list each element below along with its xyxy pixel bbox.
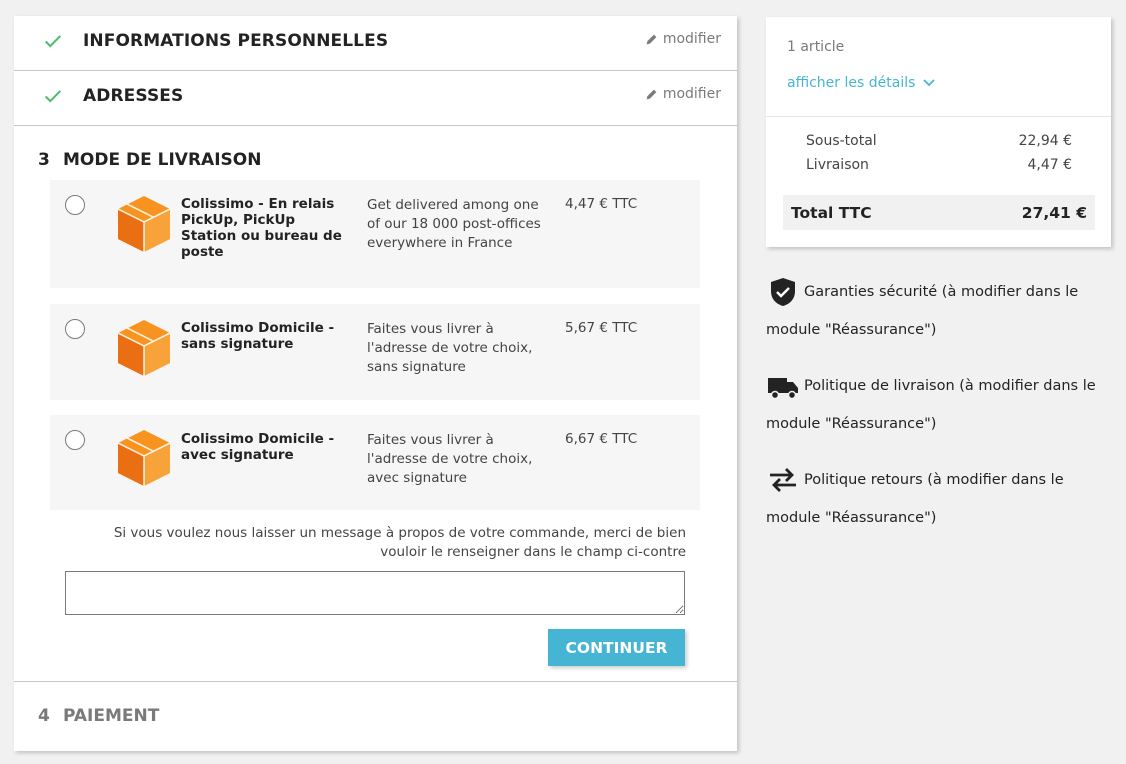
subtotal-value: 22,94 € [1018, 133, 1072, 149]
shipping-row: Livraison 4,47 € [806, 157, 1072, 173]
delivery-option[interactable]: Colissimo Domicile - avec signature Fait… [50, 415, 700, 510]
reassurance-item: Garanties sécurité (à modifier dans le m… [766, 273, 1106, 349]
carrier-price: 5,67 € TTC [565, 320, 638, 336]
order-message-label: Si vous voulez nous laisser un message à… [113, 525, 686, 560]
box-icon [117, 196, 171, 252]
show-details-toggle[interactable]: afficher les détails [787, 75, 936, 91]
pencil-icon [646, 34, 657, 44]
show-details-label: afficher les détails [787, 75, 916, 91]
subtotal-label: Sous-total [806, 133, 877, 149]
carrier-name: Colissimo Domicile - sans signature [181, 320, 335, 352]
step-payment: 4 PAIEMENT [14, 681, 737, 751]
step-title: PAIEMENT [63, 706, 160, 726]
edit-addresses-link[interactable]: modifier [645, 86, 721, 102]
carrier-price: 4,47 € TTC [565, 196, 638, 212]
reassurance-text: Politique retours (à modifier dans le mo… [766, 472, 1064, 526]
edit-personal-link[interactable]: modifier [645, 31, 721, 47]
carrier-name: Colissimo - En relais PickUp, PickUp Sta… [181, 196, 342, 260]
step-number: 4 [38, 706, 50, 726]
truck-icon [768, 378, 798, 400]
check-icon [44, 90, 62, 103]
order-message-input[interactable] [65, 571, 685, 615]
edit-label: modifier [662, 86, 721, 102]
cart-summary: 1 article afficher les détails Sous-tota… [766, 17, 1111, 247]
step-title: MODE DE LIVRAISON [63, 150, 262, 170]
chevron-down-icon [923, 79, 936, 87]
shipping-label: Livraison [806, 157, 869, 173]
reassurance-text: Garanties sécurité (à modifier dans le m… [766, 284, 1079, 338]
edit-label: modifier [662, 31, 721, 47]
delivery-radio[interactable] [65, 195, 85, 215]
checkout-steps: INFORMATIONS PERSONNELLES modifier ADRES… [14, 16, 737, 751]
check-icon [44, 35, 62, 48]
carrier-description: Faites vous livrer à l'adresse de votre … [367, 321, 533, 375]
subtotal-row: Sous-total 22,94 € [806, 133, 1072, 149]
carrier-description: Get delivered among one of our 18 000 po… [367, 197, 541, 251]
swap-arrows-icon [770, 468, 796, 492]
delivery-option[interactable]: Colissimo - En relais PickUp, PickUp Sta… [50, 180, 700, 288]
delivery-radio[interactable] [65, 430, 85, 450]
delivery-radio[interactable] [65, 319, 85, 339]
shield-check-icon [771, 278, 795, 306]
box-icon [117, 430, 171, 486]
continue-button[interactable]: CONTINUER [548, 629, 685, 666]
step-title: ADRESSES [83, 86, 184, 106]
box-icon [117, 320, 171, 376]
reassurance-item: Politique retours (à modifier dans le mo… [766, 461, 1106, 537]
carrier-price: 6,67 € TTC [565, 431, 638, 447]
total-row: Total TTC 27,41 € [783, 195, 1095, 230]
shipping-value: 4,47 € [1027, 157, 1072, 173]
step-personal-information[interactable]: INFORMATIONS PERSONNELLES modifier [14, 16, 737, 71]
cart-item-count: 1 article [787, 39, 845, 55]
step-number: 3 [38, 150, 50, 170]
step-addresses[interactable]: ADRESSES modifier [14, 71, 737, 126]
reassurance-text: Politique de livraison (à modifier dans … [766, 378, 1096, 432]
delivery-option[interactable]: Colissimo Domicile - sans signature Fait… [50, 304, 700, 400]
total-value: 27,41 € [1021, 203, 1087, 222]
carrier-name: Colissimo Domicile - avec signature [181, 431, 335, 463]
divider [766, 116, 1111, 117]
reassurance-item: Politique de livraison (à modifier dans … [766, 367, 1106, 443]
step-title: INFORMATIONS PERSONNELLES [83, 31, 389, 51]
pencil-icon [646, 89, 657, 99]
total-label: Total TTC [791, 203, 872, 222]
carrier-description: Faites vous livrer à l'adresse de votre … [367, 432, 533, 486]
